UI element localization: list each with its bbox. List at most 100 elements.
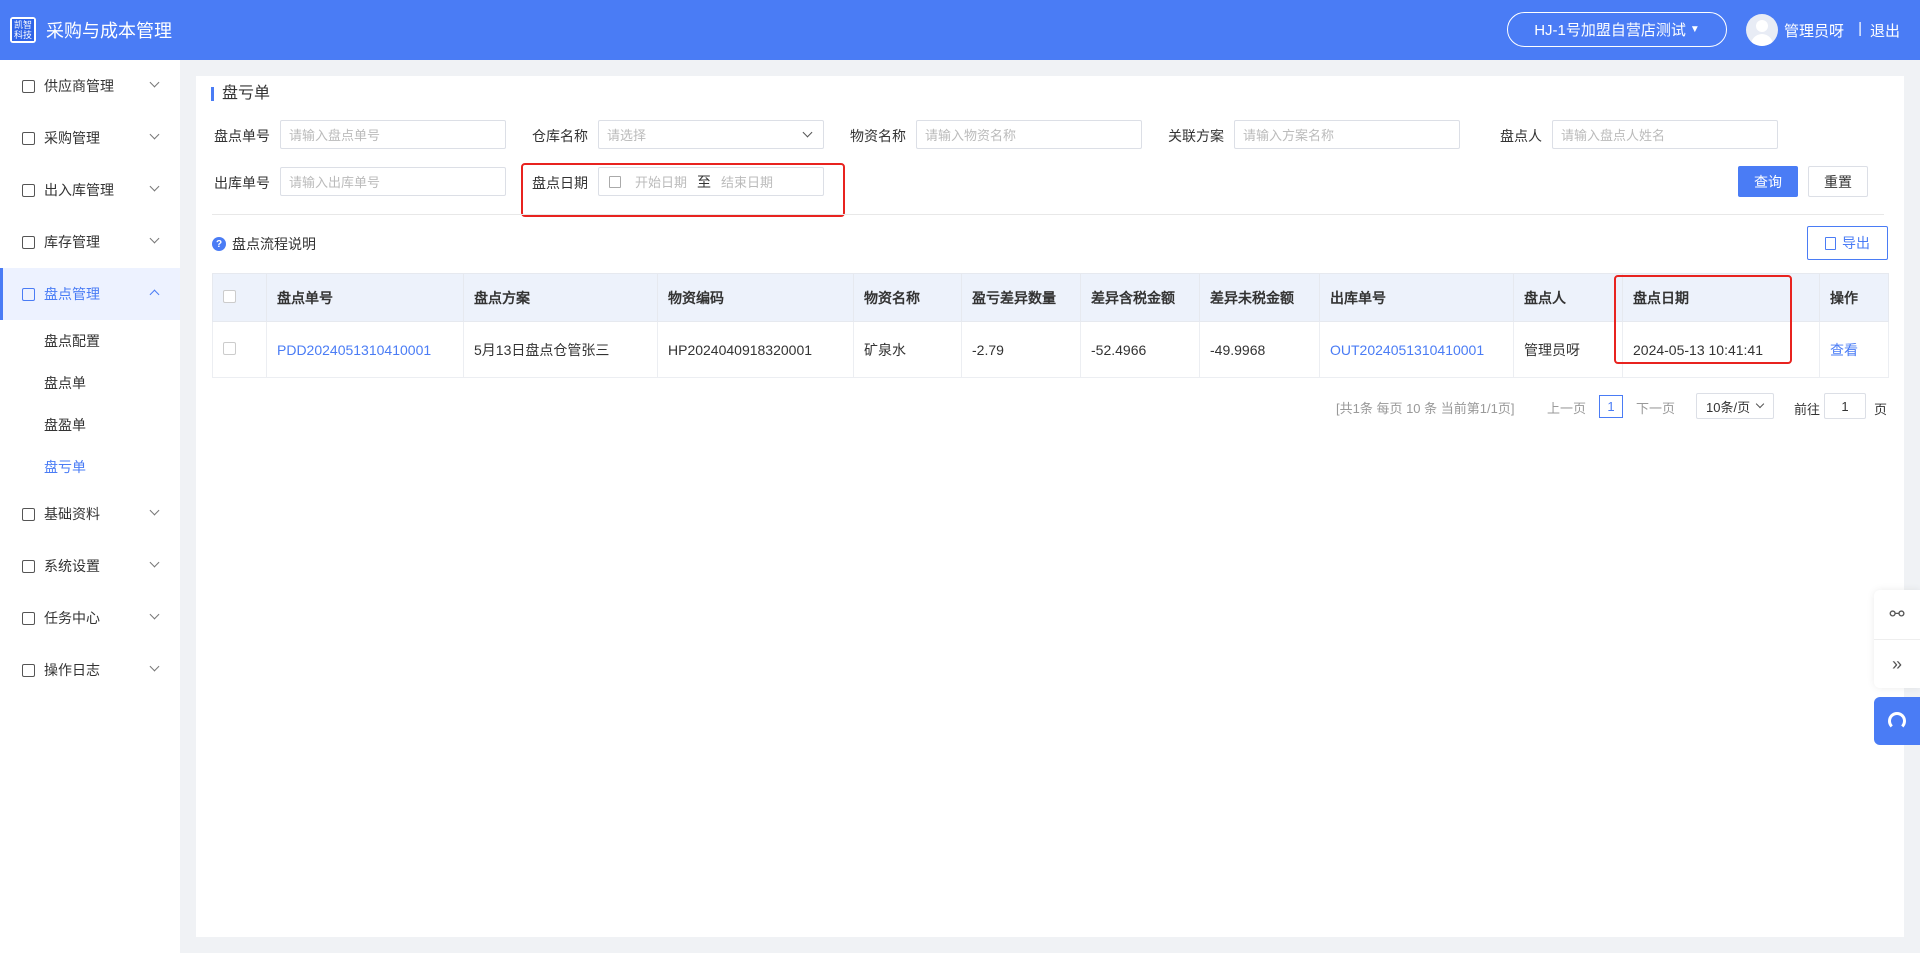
checker-input[interactable]: 请输入盘点人姓名	[1552, 120, 1778, 149]
sidebar-item-label: 库存管理	[44, 234, 100, 250]
sidebar-subitem-surplus[interactable]: 盘盈单	[0, 404, 180, 446]
page-size-select[interactable]: 10条/页	[1696, 393, 1774, 419]
col-header-out-no: 出库单号	[1319, 273, 1514, 322]
sidebar-item-label: 采购管理	[44, 130, 100, 146]
store-name: HJ-1号加盟自营店测试	[1534, 22, 1686, 39]
col-header-checker: 盘点人	[1513, 273, 1623, 322]
out-no-input[interactable]: 请输入出库单号	[280, 167, 506, 196]
collapse-icon[interactable]: »	[1874, 639, 1920, 688]
sidebar-subitem-loss[interactable]: 盘亏单	[0, 446, 180, 488]
sidebar-item-task[interactable]: 任务中心	[0, 592, 180, 644]
goto-prefix: 前往	[1794, 402, 1821, 417]
company-logo: 凯智科技	[10, 17, 36, 43]
inventory-icon	[22, 235, 35, 249]
sidebar-item-settings[interactable]: 系统设置	[0, 540, 180, 592]
search-button[interactable]: 查询	[1738, 166, 1798, 197]
question-icon: ?	[212, 237, 226, 251]
sidebar-item-inventory[interactable]: 库存管理	[0, 216, 180, 268]
chevron-down-icon	[149, 181, 160, 192]
filter-label-out-no: 出库单号	[214, 175, 270, 191]
customer-support-button[interactable]	[1874, 697, 1920, 745]
col-header-diff-notax-amount: 差异未税金额	[1199, 273, 1320, 322]
diff-tax-amount-cell: -52.4966	[1080, 321, 1200, 378]
prev-page-button[interactable]: 上一页	[1547, 398, 1586, 417]
highlight-box-date-filter	[521, 163, 845, 217]
warehouse-select[interactable]: 请选择	[598, 120, 824, 149]
chevron-down-icon	[149, 661, 160, 672]
sidebar-item-label: 供应商管理	[44, 78, 114, 94]
row-select-cell	[212, 321, 267, 378]
diff-notax-amount-cell: -49.9968	[1199, 321, 1320, 378]
filter-label-material: 物资名称	[850, 128, 906, 144]
chevron-down-icon	[149, 77, 160, 88]
material-name-cell: 矿泉水	[853, 321, 962, 378]
caret-down-icon: ▼	[1689, 24, 1700, 35]
sidebar-subitem-config[interactable]: 盘点配置	[0, 320, 180, 362]
chevron-down-icon	[149, 557, 160, 568]
help-text: 盘点流程说明	[232, 236, 316, 252]
logout-link[interactable]: 退出	[1870, 20, 1900, 41]
col-header-material-name: 物资名称	[853, 273, 962, 322]
export-icon	[1825, 236, 1836, 250]
select-all-cell	[212, 273, 267, 322]
col-header-plan: 盘点方案	[463, 273, 658, 322]
pagination-summary: [共1条 每页 10 条 当前第1/1页]	[1336, 401, 1515, 416]
log-icon	[22, 663, 35, 677]
sidebar-item-label: 操作日志	[44, 662, 100, 678]
sidebar-item-stock-io[interactable]: 出入库管理	[0, 164, 180, 216]
chevron-down-icon	[149, 609, 160, 620]
sidebar-item-log[interactable]: 操作日志	[0, 644, 180, 696]
highlight-box-date-column	[1614, 275, 1792, 364]
plan-cell: 5月13日盘点仓管张三	[463, 321, 658, 378]
filter-label-warehouse: 仓库名称	[532, 128, 588, 144]
next-page-button[interactable]: 下一页	[1636, 398, 1675, 417]
task-icon	[22, 611, 35, 625]
chevron-down-icon	[149, 233, 160, 244]
supplier-icon	[22, 79, 35, 93]
sidebar-item-purchase[interactable]: 采购管理	[0, 112, 180, 164]
export-label: 导出	[1842, 235, 1870, 251]
sidebar-item-stocktake[interactable]: 盘点管理	[0, 268, 180, 320]
material-input[interactable]: 请输入物资名称	[916, 120, 1142, 149]
reset-button[interactable]: 重置	[1808, 166, 1868, 197]
col-header-material-code: 物资编码	[657, 273, 854, 322]
top-header: 凯智科技 采购与成本管理 HJ-1号加盟自营店测试 ▼ 管理员呀 | 退出	[0, 0, 1920, 60]
col-header-diff-qty: 盈亏差异数量	[961, 273, 1081, 322]
check-no-link[interactable]: PDD2024051310410001	[266, 321, 464, 378]
avatar[interactable]	[1746, 14, 1778, 46]
filter-divider	[212, 214, 1884, 215]
store-selector[interactable]: HJ-1号加盟自营店测试 ▼	[1507, 12, 1727, 47]
checker-cell: 管理员呀	[1513, 321, 1623, 378]
floating-toolbar: ⚯ »	[1874, 590, 1920, 688]
chevron-down-icon	[149, 129, 160, 140]
goto-suffix: 页	[1874, 402, 1888, 417]
filter-label-checker: 盘点人	[1500, 128, 1542, 144]
process-help-link[interactable]: ? 盘点流程说明	[212, 234, 316, 254]
select-all-checkbox[interactable]	[223, 289, 236, 303]
row-checkbox[interactable]	[223, 341, 236, 355]
sidebar-item-label: 任务中心	[44, 610, 100, 626]
stocktake-icon	[22, 287, 35, 301]
export-button[interactable]: 导出	[1807, 226, 1888, 260]
out-no-link[interactable]: OUT2024051310410001	[1319, 321, 1514, 378]
view-link[interactable]: 查看	[1819, 321, 1889, 378]
sidebar-item-supplier[interactable]: 供应商管理	[0, 60, 180, 112]
headset-icon	[1888, 712, 1906, 730]
chevron-down-icon	[1755, 399, 1765, 409]
col-header-action: 操作	[1819, 273, 1889, 322]
user-name[interactable]: 管理员呀	[1784, 20, 1844, 41]
sidebar-subitem-check[interactable]: 盘点单	[0, 362, 180, 404]
diff-qty-cell: -2.79	[961, 321, 1081, 378]
sidebar-item-label: 系统设置	[44, 558, 100, 574]
app-title: 采购与成本管理	[46, 21, 172, 41]
check-no-input[interactable]: 请输入盘点单号	[280, 120, 506, 149]
goto-page-input[interactable]: 1	[1824, 393, 1866, 419]
sidebar-item-label: 出入库管理	[44, 182, 114, 198]
plan-input[interactable]: 请输入方案名称	[1234, 120, 1460, 149]
sidebar-item-basic-data[interactable]: 基础资料	[0, 488, 180, 540]
link-icon[interactable]: ⚯	[1874, 590, 1920, 639]
page-number-current[interactable]: 1	[1599, 395, 1623, 418]
sidebar-item-label: 基础资料	[44, 506, 100, 522]
settings-icon	[22, 559, 35, 573]
main-panel: 盘亏单 盘点单号 请输入盘点单号 仓库名称 请选择 物资名称 请输入物资名称 关…	[196, 76, 1904, 937]
